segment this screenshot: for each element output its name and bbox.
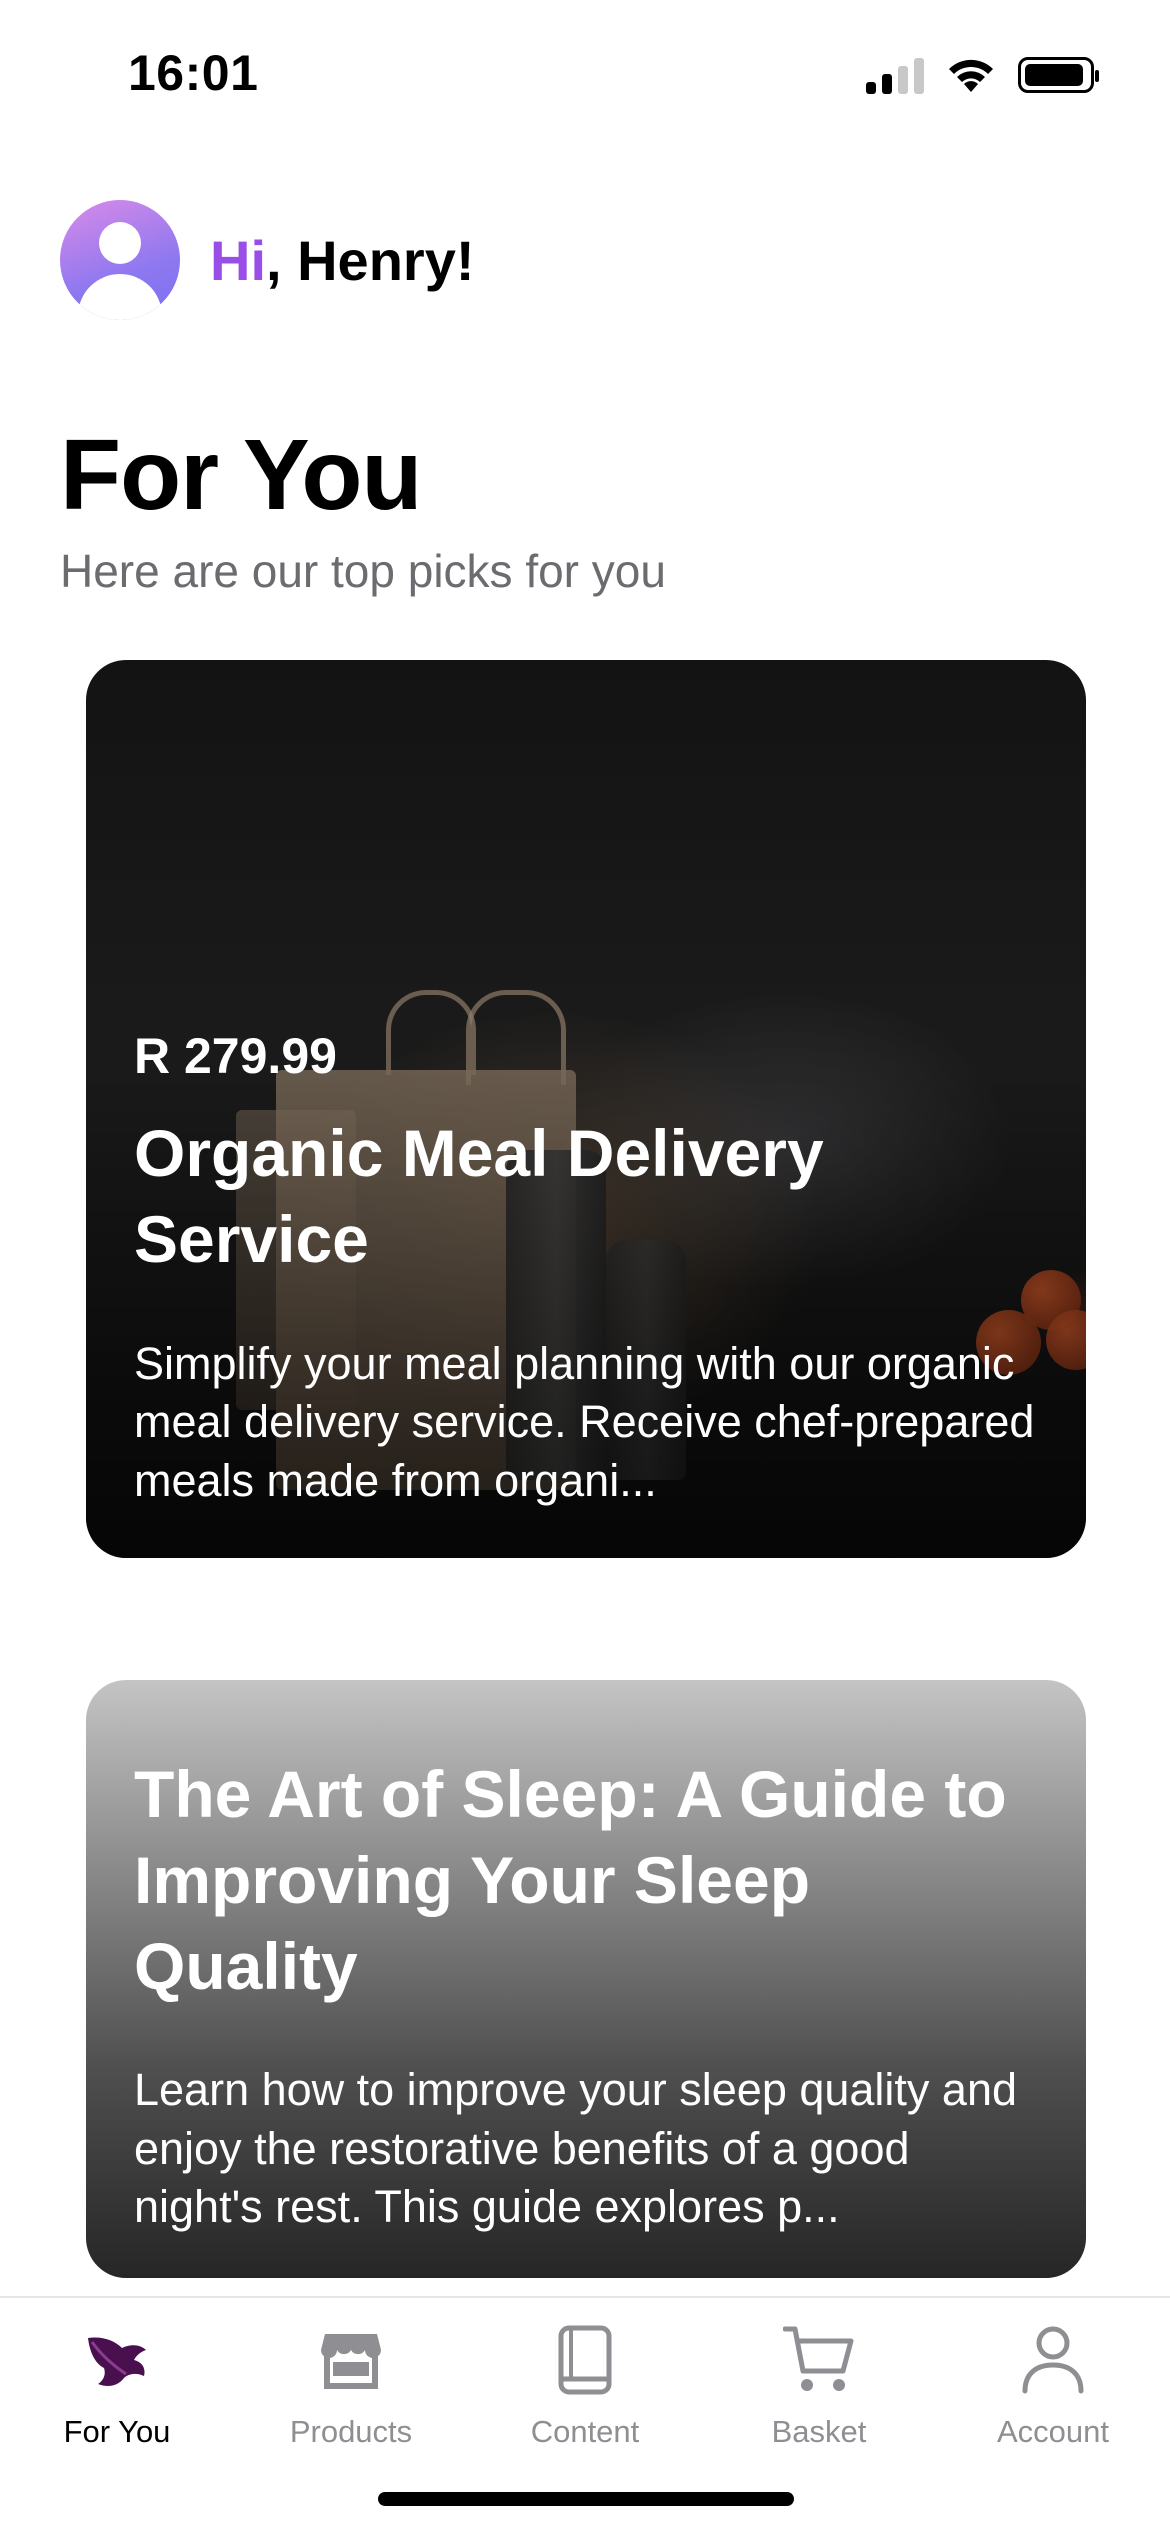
status-bar: 16:01 <box>0 0 1170 150</box>
content-card-art-of-sleep[interactable]: The Art of Sleep: A Guide to Improving Y… <box>86 1680 1086 2278</box>
tab-products[interactable]: Products <box>234 2298 468 2468</box>
home-indicator <box>378 2492 794 2506</box>
greeting-hi: Hi <box>210 228 266 292</box>
card-content: The Art of Sleep: A Guide to Improving Y… <box>134 1752 1038 2237</box>
tab-content[interactable]: Content <box>468 2298 702 2468</box>
cellular-signal-icon <box>866 56 924 94</box>
card-content: R 279.99 Organic Meal Delivery Service S… <box>134 1027 1038 1510</box>
tab-for-you[interactable]: For You <box>0 2298 234 2468</box>
card-description: Learn how to improve your sleep quality … <box>134 2064 1018 2233</box>
tab-label: Products <box>289 2414 413 2449</box>
card-title: The Art of Sleep: A Guide to Improving Y… <box>134 1757 1007 2003</box>
leaf-logo-icon <box>77 2320 157 2400</box>
person-icon <box>1013 2320 1093 2400</box>
status-icons <box>866 56 1099 94</box>
page-title: For You <box>60 419 423 531</box>
card-description: Simplify your meal planning with our org… <box>134 1337 1035 1506</box>
tab-basket[interactable]: Basket <box>702 2298 936 2468</box>
tab-label: For You <box>63 2414 171 2449</box>
greeting-name: , Henry! <box>266 228 475 292</box>
greeting: Hi, Henry! <box>60 200 475 320</box>
cart-icon <box>779 2320 859 2400</box>
battery-icon <box>1018 57 1099 93</box>
product-card-meal-delivery[interactable]: R 279.99 Organic Meal Delivery Service S… <box>86 660 1086 1558</box>
greeting-text: Hi, Henry! <box>210 228 475 293</box>
tab-label: Basket <box>771 2414 867 2449</box>
tab-label: Account <box>996 2414 1109 2449</box>
tab-label: Content <box>530 2414 640 2449</box>
card-title: Organic Meal Delivery Service <box>134 1115 824 1276</box>
status-time: 16:01 <box>128 45 259 101</box>
wifi-icon <box>949 59 993 92</box>
tab-account[interactable]: Account <box>936 2298 1170 2468</box>
book-icon <box>545 2320 625 2400</box>
page-subtitle: Here are our top picks for you <box>60 545 666 597</box>
avatar[interactable] <box>60 200 180 320</box>
card-price: R 279.99 <box>134 1027 337 1084</box>
store-icon <box>311 2320 391 2400</box>
